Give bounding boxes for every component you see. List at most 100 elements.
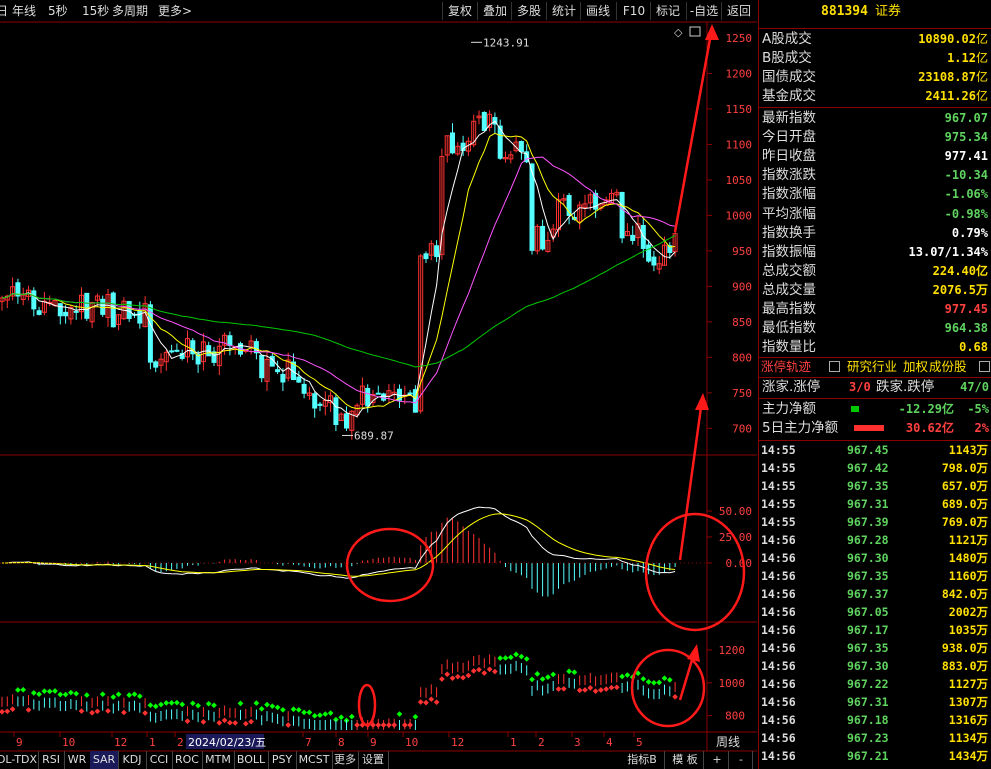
trade-volume: 798.0万 (941, 461, 988, 475)
sar-dot (582, 687, 588, 693)
stat-value: 224.40亿 (932, 263, 988, 278)
indicator-tab-3[interactable]: SAR (90, 751, 119, 769)
sar-dot (539, 676, 546, 682)
toolbar-button-6[interactable]: 标记 (650, 2, 685, 20)
indicator-tab-4[interactable]: KDJ (118, 751, 147, 769)
period-2[interactable]: 5秒 (48, 0, 68, 22)
sar-dot (534, 671, 541, 677)
sar-dot (486, 666, 493, 673)
period-1[interactable]: 年线 (12, 0, 36, 22)
sar-dot (184, 718, 191, 724)
market-value: 2411.26亿 (925, 87, 988, 105)
indicator-tab-0[interactable]: DL-TDX (0, 751, 39, 769)
diamond-icon[interactable]: ◇ (674, 26, 683, 39)
sar-dot (672, 694, 678, 700)
stat-value: 0.79% (951, 225, 988, 240)
period-3[interactable]: 15秒 (82, 0, 109, 22)
sar-dot (306, 709, 313, 716)
panel-tab-3[interactable]: - (730, 751, 753, 769)
stat-row: 总成交量 2076.5万 (759, 281, 991, 299)
candle-body (481, 111, 487, 132)
list-icon[interactable] (979, 361, 990, 372)
trade-time: 14:56 (761, 623, 796, 637)
toolbar-button-1[interactable]: 叠加 (477, 2, 512, 20)
sar-dot (301, 709, 307, 716)
period-5[interactable]: 更多> (158, 0, 192, 22)
stat-value: -10.34 (944, 168, 988, 183)
candle-body (518, 141, 524, 152)
x-tick-label: 8 (338, 736, 345, 749)
stat-value: -0.98% (944, 206, 988, 221)
trade-time: 14:55 (761, 479, 796, 493)
sar-dot (423, 699, 429, 706)
panel-tab-2[interactable]: + (706, 751, 729, 769)
trade-row: 14:56 967.35 938.0万 (759, 639, 991, 657)
toolbar-button-4[interactable]: 画线 (580, 2, 615, 20)
index-code: 881394 (821, 4, 868, 19)
sar-dot (147, 702, 154, 709)
indicator-tab-12[interactable]: 设置 (358, 751, 389, 769)
sar-dot (105, 708, 111, 714)
trade-time: 14:56 (761, 641, 796, 655)
candle-body (100, 298, 106, 315)
toolbar-button-3[interactable]: 统计 (546, 2, 581, 20)
indicator-tab-2[interactable]: WR (64, 751, 91, 769)
panel-subtab-2[interactable]: 加权 (903, 358, 928, 376)
sar-dot (555, 686, 562, 692)
sar-dot (603, 686, 610, 692)
indicator-tab-7[interactable]: MTM (202, 751, 235, 769)
sar-dot (94, 708, 101, 715)
list-icon[interactable] (829, 361, 840, 372)
toolbar-button-5[interactable]: F10 (616, 2, 651, 20)
indicator-tab-8[interactable]: BOLL (234, 751, 269, 769)
panel-tab-0[interactable]: 指标B (620, 751, 665, 769)
sar-dot (444, 671, 451, 678)
period-0[interactable]: 日 (0, 0, 8, 22)
stat-value: 0.68 (959, 340, 988, 355)
candle-body (619, 191, 625, 239)
sar-dot (529, 676, 535, 683)
sar-dot (295, 707, 302, 713)
flow-row: 主力净额 -12.29亿 -5% (759, 400, 991, 418)
panel-subtab-1[interactable]: 研究行业 (847, 358, 897, 376)
indicator-tab-1[interactable]: RSI (38, 751, 65, 769)
toolbar-button-0[interactable]: 复权 (442, 2, 477, 20)
indicator-tab-9[interactable]: PSY (268, 751, 297, 769)
candle-body (333, 397, 339, 426)
annotation-circle (345, 527, 435, 603)
sar-dot (492, 668, 498, 675)
sar-dot (560, 685, 567, 692)
toolbar-button-8[interactable]: 返回 (721, 2, 756, 20)
candle-body (174, 349, 180, 352)
candle-body (381, 393, 387, 401)
candle-body (110, 292, 116, 328)
trade-price: 967.35 (847, 641, 889, 655)
trade-row: 14:56 967.30 1480万 (759, 549, 991, 567)
sar-dot (264, 701, 270, 708)
period-4[interactable]: 多周期 (112, 0, 148, 22)
toolbar-button-7[interactable]: -自选 (686, 2, 721, 20)
panel-subtab-3[interactable]: 成份股 (929, 358, 967, 376)
panel-tab-1[interactable]: 模 板 (667, 751, 704, 769)
stat-label: 最新指数 (762, 110, 816, 126)
kline-chart-area[interactable]: 1243.91689.87 12501200115011001050100095… (0, 0, 757, 769)
toolbar-button-2[interactable]: 多股 (511, 2, 546, 20)
indicator-tab-10[interactable]: MCST (296, 751, 333, 769)
indicator-tab-6[interactable]: ROC (172, 751, 203, 769)
panel-subtab-0[interactable]: 涨停轨迹 (761, 358, 811, 376)
candle-body (275, 369, 281, 373)
indicator-tab-5[interactable]: CCI (146, 751, 173, 769)
trade-volume: 1434万 (948, 749, 988, 763)
trade-time: 14:56 (761, 533, 796, 547)
sar-dot (126, 692, 133, 698)
stat-row: 指数换手 0.79% (759, 224, 991, 242)
trade-time: 14:55 (761, 461, 796, 475)
sar-dot (152, 703, 159, 710)
flow-value: -12.29亿 (898, 402, 954, 416)
market-value: 23108.87亿 (918, 68, 988, 86)
market-number: 1.12 (947, 51, 976, 65)
window-icon[interactable] (689, 26, 701, 37)
sar-dot (507, 654, 514, 661)
indicator-tab-11[interactable]: 更多 (332, 751, 359, 769)
sar-dot (523, 656, 530, 662)
